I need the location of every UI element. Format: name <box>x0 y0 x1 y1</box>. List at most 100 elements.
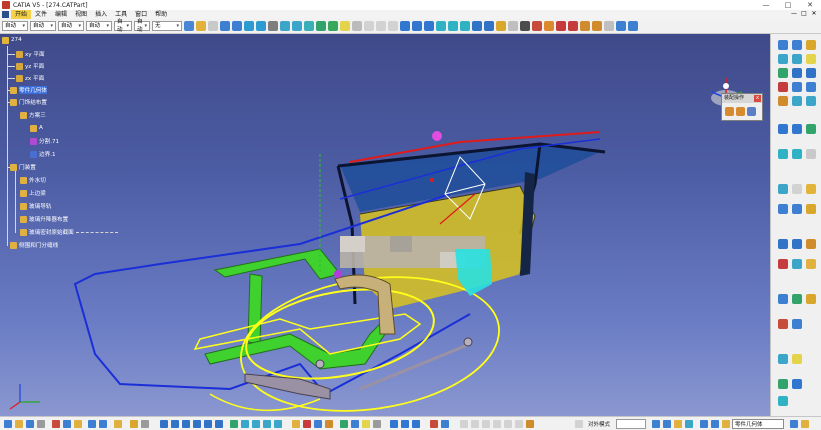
offset-icon[interactable] <box>364 21 374 31</box>
helix-tool-icon[interactable] <box>806 68 816 78</box>
tree-item-set3[interactable]: 侧围和门分缝线 <box>10 241 58 249</box>
scaling-icon[interactable] <box>496 21 506 31</box>
fillet-icon[interactable] <box>448 21 458 31</box>
trim-icon[interactable] <box>412 21 422 31</box>
groove-icon[interactable] <box>340 420 348 428</box>
rotate-icon[interactable] <box>472 21 482 31</box>
law-icon[interactable] <box>778 149 788 159</box>
draft-icon[interactable] <box>412 420 420 428</box>
check-icon[interactable] <box>778 259 788 269</box>
extract-icon[interactable] <box>436 21 446 31</box>
unfold-icon[interactable] <box>806 149 816 159</box>
tree-item-glass-guide[interactable]: 玻璃导轨 <box>20 202 51 210</box>
translate-icon[interactable] <box>460 21 470 31</box>
measure-item-icon[interactable] <box>792 379 802 389</box>
close-surface-icon[interactable] <box>515 420 523 428</box>
catalog-icon[interactable] <box>628 21 638 31</box>
menu-insert[interactable]: 插入 <box>91 10 111 19</box>
gear-icon[interactable] <box>722 420 730 428</box>
surface-icon[interactable] <box>792 149 802 159</box>
slot-icon[interactable] <box>373 420 381 428</box>
doc-restore-button[interactable]: □ <box>799 10 809 17</box>
document-icon[interactable] <box>2 11 9 18</box>
save-icon[interactable] <box>26 420 34 428</box>
line-icon[interactable] <box>220 21 230 31</box>
pan-icon[interactable] <box>182 420 190 428</box>
rib-icon[interactable] <box>362 420 370 428</box>
update-icon[interactable] <box>141 420 149 428</box>
panel-close-button[interactable]: x <box>754 95 761 102</box>
analysis-icon[interactable] <box>532 21 542 31</box>
render-style-select[interactable]: 自动 ▾ <box>134 19 150 33</box>
tree-item-split[interactable]: 分割.71 <box>30 137 59 145</box>
wrap-icon[interactable] <box>792 204 802 214</box>
line-tool-icon[interactable] <box>778 54 788 64</box>
tree-item-xy-plane[interactable]: xy 平面 <box>16 50 45 58</box>
offset-3d-icon[interactable] <box>806 96 816 106</box>
cut-icon[interactable] <box>52 420 60 428</box>
catalog-browser-icon[interactable] <box>792 294 802 304</box>
3d-viewport[interactable]: 274 xy 平面 yz 平面 zx 平面 零件几何体 门饰结布置 方案三 A … <box>0 34 770 416</box>
checkbox-icon[interactable] <box>575 420 583 428</box>
join-icon[interactable] <box>376 21 386 31</box>
paste-icon[interactable] <box>74 420 82 428</box>
rotate-view-icon[interactable] <box>193 420 201 428</box>
pattern-icon[interactable] <box>778 184 788 194</box>
menu-view[interactable]: 视图 <box>71 10 91 19</box>
tree-item-a[interactable]: A <box>30 124 43 132</box>
edge-fillet-icon[interactable] <box>390 420 398 428</box>
spline-tool-icon[interactable] <box>792 68 802 78</box>
shading-icon[interactable] <box>252 420 260 428</box>
thickness-icon[interactable] <box>441 420 449 428</box>
point-tool-icon[interactable] <box>806 40 816 50</box>
tree-item-regulator-layout[interactable]: 玻璃升降器布置 <box>20 215 68 223</box>
new-icon[interactable] <box>4 420 12 428</box>
healing-icon[interactable] <box>388 21 398 31</box>
measure-between-icon[interactable] <box>778 379 788 389</box>
tree-item-upper-beam[interactable]: 上边梁 <box>20 189 46 197</box>
tree-item-zx-plane[interactable]: zx 平面 <box>16 74 44 82</box>
color-select[interactable]: 自动 ▾ <box>2 21 28 31</box>
3d-model-canvas[interactable] <box>0 34 770 416</box>
sketcher-icon[interactable] <box>292 420 300 428</box>
sweep-icon[interactable] <box>304 21 314 31</box>
connect-checker-icon[interactable] <box>568 21 578 31</box>
blend-icon[interactable] <box>340 21 350 31</box>
doc-close-button[interactable]: ✕ <box>809 10 819 17</box>
part-body-icon[interactable] <box>700 420 708 428</box>
work-object-icon[interactable] <box>674 420 682 428</box>
zoom-out-icon[interactable] <box>215 420 223 428</box>
plane-tool-icon[interactable] <box>792 40 802 50</box>
point-symbol-select[interactable]: 自动 ▾ <box>114 19 132 33</box>
bump-icon[interactable] <box>806 204 816 214</box>
iso-view-icon[interactable] <box>241 420 249 428</box>
view-normal-icon[interactable] <box>778 354 788 364</box>
thick-surface-icon[interactable] <box>504 420 512 428</box>
chamfer-icon[interactable] <box>401 420 409 428</box>
split-body-icon[interactable] <box>493 420 501 428</box>
normal-view-icon[interactable] <box>230 420 238 428</box>
snap-icon[interactable] <box>652 420 660 428</box>
pocket-icon[interactable] <box>314 420 322 428</box>
split-icon[interactable] <box>400 21 410 31</box>
search-icon[interactable] <box>806 294 816 304</box>
cursor-icon[interactable] <box>790 420 798 428</box>
current-work-object-field[interactable] <box>732 419 784 429</box>
tree-item-set1[interactable]: 门饰结布置 <box>10 98 47 106</box>
menu-help[interactable]: 帮助 <box>151 10 171 19</box>
publish-icon[interactable] <box>616 21 626 31</box>
near-icon[interactable] <box>806 124 816 134</box>
combine-icon[interactable] <box>806 82 816 92</box>
reflect-line-icon[interactable] <box>778 96 788 106</box>
add-icon[interactable] <box>736 107 745 116</box>
axis-system-icon[interactable] <box>685 420 693 428</box>
grid-icon[interactable] <box>663 420 671 428</box>
duplicate-icon[interactable] <box>792 184 802 194</box>
menu-file[interactable]: 文件 <box>31 10 51 19</box>
copy-icon[interactable] <box>63 420 71 428</box>
pad-icon[interactable] <box>303 420 311 428</box>
annotation-icon[interactable] <box>592 21 602 31</box>
thread-icon[interactable] <box>460 420 468 428</box>
menu-edit[interactable]: 编辑 <box>51 10 71 19</box>
powercopy-icon[interactable] <box>806 184 816 194</box>
